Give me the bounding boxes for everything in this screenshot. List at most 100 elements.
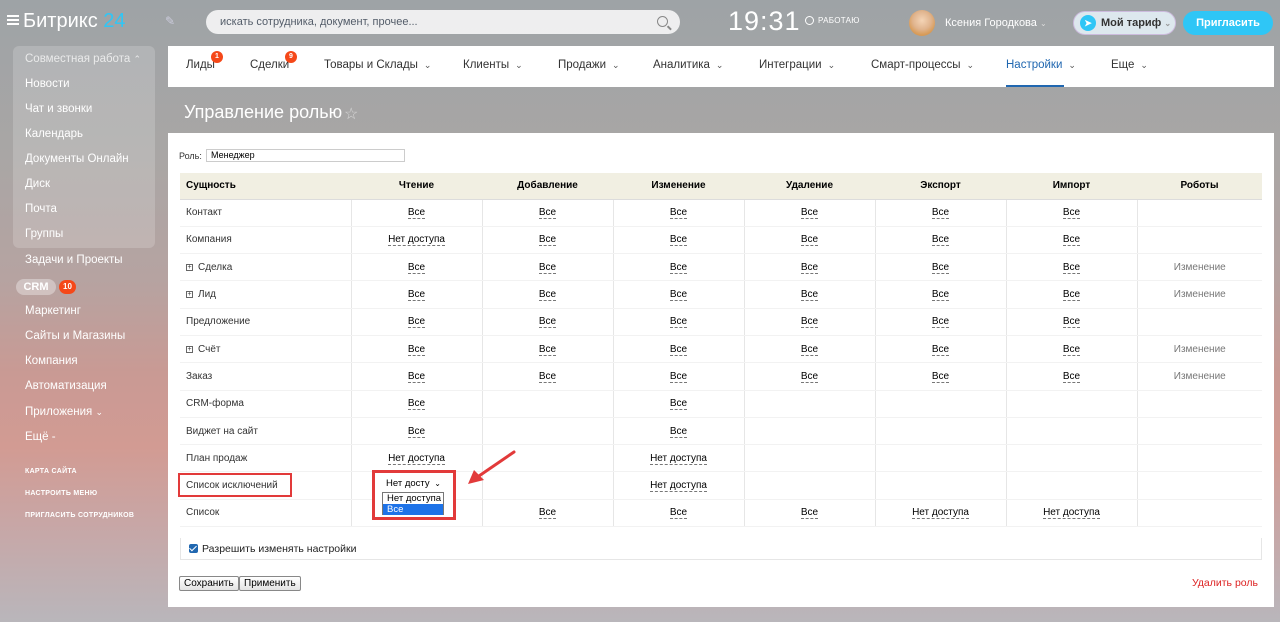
permission-cell[interactable]: Нет доступа: [1005, 499, 1137, 528]
permission-value[interactable]: Все: [669, 425, 688, 438]
tab-analytics[interactable]: Аналитика ⌄: [653, 59, 723, 71]
robot-permission[interactable]: Изменение: [1174, 344, 1226, 355]
permission-value[interactable]: Все: [1062, 207, 1081, 220]
permission-cell[interactable]: Все: [874, 253, 1006, 282]
sidebar-link-configure-menu[interactable]: НАСТРОИТЬ МЕНЮ: [25, 490, 97, 497]
sidebar-item-disk[interactable]: Диск: [25, 178, 50, 190]
tab-sales[interactable]: Продажи ⌄: [558, 59, 620, 71]
permission-value[interactable]: Все: [800, 370, 819, 383]
permission-cell[interactable]: Все: [612, 417, 744, 446]
sidebar-item-more[interactable]: Ещё -: [25, 431, 56, 443]
sidebar-link-sitemap[interactable]: КАРТА САЙТА: [25, 468, 77, 475]
star-icon[interactable]: ☆: [344, 104, 358, 124]
permission-value[interactable]: Все: [407, 261, 426, 274]
permission-value[interactable]: Нет доступа: [650, 480, 707, 493]
allow-edit-setting[interactable]: Разрешить изменять настройки: [180, 538, 1262, 560]
permission-cell[interactable]: Все: [1005, 308, 1137, 336]
permission-value[interactable]: Все: [1062, 289, 1081, 302]
sidebar-item-mail[interactable]: Почта: [25, 203, 57, 215]
robot-permission[interactable]: Изменение: [1174, 289, 1226, 300]
permission-cell[interactable]: Все: [612, 390, 744, 418]
permission-value[interactable]: Все: [931, 261, 950, 274]
permission-value[interactable]: Все: [538, 261, 557, 274]
permission-value[interactable]: Все: [669, 343, 688, 356]
permission-value[interactable]: Все: [538, 207, 557, 220]
permission-cell[interactable]: Все: [1005, 226, 1137, 255]
permission-value[interactable]: Нет доступа: [650, 452, 707, 465]
permission-value[interactable]: Все: [1062, 316, 1081, 329]
permission-cell[interactable]: Все: [612, 362, 744, 391]
sidebar-item-sites[interactable]: Сайты и Магазины: [25, 330, 125, 342]
tab-integrations[interactable]: Интеграции ⌄: [759, 59, 835, 71]
tab-more[interactable]: Еще ⌄: [1111, 59, 1148, 71]
save-button[interactable]: Сохранить: [179, 576, 239, 591]
permission-value[interactable]: Все: [407, 289, 426, 302]
permission-cell[interactable]: Все: [743, 280, 875, 309]
permission-value[interactable]: Все: [669, 370, 688, 383]
menu-icon[interactable]: [7, 15, 19, 25]
permission-cell[interactable]: Все: [481, 280, 613, 309]
permission-value[interactable]: Все: [538, 370, 557, 383]
permission-value[interactable]: Все: [669, 507, 688, 520]
permission-cell[interactable]: Все: [743, 226, 875, 255]
permission-value[interactable]: Все: [931, 234, 950, 247]
permission-cell[interactable]: Все: [743, 362, 875, 391]
sidebar-link-invite[interactable]: ПРИГЛАСИТЬ СОТРУДНИКОВ: [25, 512, 134, 519]
tariff-button[interactable]: ➤ Мой тариф ⌄: [1073, 11, 1176, 35]
permission-cell[interactable]: Изменение: [1136, 362, 1262, 391]
robot-permission[interactable]: Изменение: [1174, 371, 1226, 382]
permission-value[interactable]: Все: [800, 234, 819, 247]
permission-value[interactable]: Все: [931, 343, 950, 356]
option-no-access[interactable]: Нет доступа: [383, 493, 443, 504]
delete-role-link[interactable]: Удалить роль: [1192, 577, 1258, 589]
permission-value[interactable]: Все: [407, 398, 426, 411]
permission-cell[interactable]: Все: [874, 362, 1006, 391]
sidebar-item-marketing[interactable]: Маркетинг: [25, 305, 81, 317]
robot-permission[interactable]: Изменение: [1174, 262, 1226, 273]
permission-value[interactable]: Все: [538, 507, 557, 520]
permission-cell[interactable]: Все: [1005, 335, 1137, 364]
sidebar-item-docs[interactable]: Документы Онлайн: [25, 153, 129, 165]
permission-cell[interactable]: Все: [481, 253, 613, 282]
permission-value[interactable]: Все: [669, 234, 688, 247]
permission-cell[interactable]: Все: [481, 499, 613, 528]
permission-cell[interactable]: Все: [874, 308, 1006, 336]
sidebar-item-tasks[interactable]: Задачи и Проекты: [25, 254, 123, 266]
role-name-input[interactable]: Менеджер: [206, 149, 405, 162]
read-permission-select[interactable]: Нет досту ⌄: [382, 477, 444, 491]
tab-smart-processes[interactable]: Смарт-процессы ⌄: [871, 59, 974, 71]
permission-value[interactable]: Все: [1062, 370, 1081, 383]
permission-cell[interactable]: Все: [874, 199, 1006, 227]
permission-value[interactable]: Все: [931, 370, 950, 383]
permission-cell[interactable]: Все: [612, 308, 744, 336]
invite-button[interactable]: Пригласить: [1183, 11, 1273, 35]
permission-cell[interactable]: Все: [874, 280, 1006, 309]
sidebar-item-company[interactable]: Компания: [25, 355, 78, 367]
permission-value[interactable]: Нет доступа: [1043, 507, 1100, 520]
sidebar-item-news[interactable]: Новости: [25, 78, 70, 90]
edit-pencil-icon[interactable]: ✎: [165, 14, 175, 28]
permission-value[interactable]: Все: [800, 343, 819, 356]
permission-cell[interactable]: Нет доступа: [350, 226, 482, 255]
permission-value[interactable]: Все: [800, 507, 819, 520]
sidebar-item-crm[interactable]: CRM: [16, 279, 56, 295]
permission-cell[interactable]: Изменение: [1136, 280, 1262, 309]
tab-settings[interactable]: Настройки ⌄: [1006, 59, 1076, 71]
permission-cell[interactable]: Все: [612, 499, 744, 528]
permission-value[interactable]: Все: [407, 425, 426, 438]
apply-button[interactable]: Применить: [239, 576, 301, 591]
permission-cell[interactable]: Все: [612, 280, 744, 309]
permission-value[interactable]: Все: [669, 316, 688, 329]
logo[interactable]: Битрикс 24: [23, 10, 126, 33]
permission-value[interactable]: Нет доступа: [388, 234, 445, 247]
permission-cell[interactable]: Все: [350, 335, 482, 364]
permission-cell[interactable]: Все: [1005, 280, 1137, 309]
permission-cell[interactable]: Все: [481, 308, 613, 336]
option-all[interactable]: Все: [383, 504, 443, 515]
permission-cell[interactable]: Все: [350, 308, 482, 336]
sidebar-item-apps[interactable]: Приложения ⌄: [25, 406, 103, 418]
permission-cell[interactable]: Все: [350, 390, 482, 418]
expand-plus-icon[interactable]: +: [186, 291, 193, 299]
permission-value[interactable]: Все: [538, 289, 557, 302]
search-input[interactable]: искать сотрудника, документ, прочее...: [206, 10, 680, 34]
